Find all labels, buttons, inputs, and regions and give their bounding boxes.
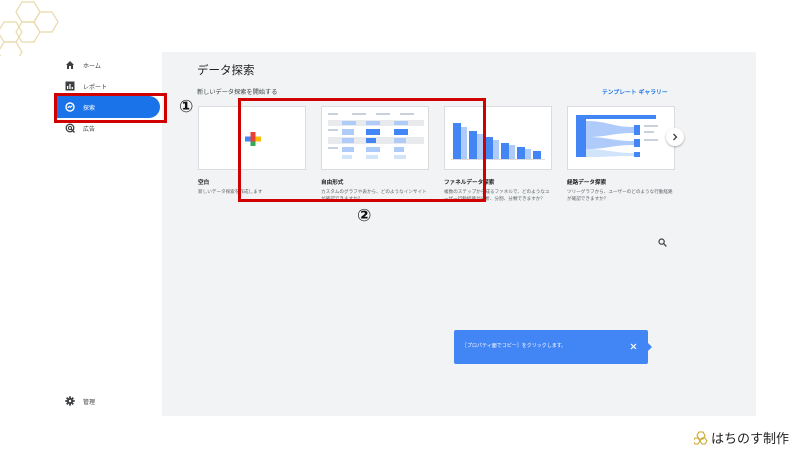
brand: はちのす制作 [694,428,789,447]
sidebar-item-label: 管理 [83,398,96,406]
honeycomb-logo-icon [694,431,708,444]
card-title: 経路データ探索 [567,180,607,186]
card-path-exploration[interactable]: 経路データ探索 ツリーグラフから、ユーザーのどのような行動経路が確認できますか？ [567,106,675,203]
path-tree-icon [576,115,658,157]
brand-name: はちのす制作 [711,432,790,447]
toast-pointer [648,343,652,351]
annotation-number-1: ① [179,97,194,117]
sidebar-item-admin[interactable]: 管理 [56,390,156,412]
section-label: 新しいデータ探索を開始する [197,89,278,96]
search-icon [657,237,667,247]
reports-icon [64,80,76,92]
card-description: ツリーグラフから、ユーザーのどのような行動経路が確認できますか？ [567,190,673,202]
honeycomb-decoration [0,1,59,56]
annotation-box-templates [238,98,486,202]
close-icon[interactable] [628,341,638,351]
sidebar-item-label: ホーム [83,62,101,70]
sidebar-item-home[interactable]: ホーム [56,54,156,76]
template-gallery-link[interactable]: テンプレート ギャラリー [602,87,668,96]
advertising-icon [64,122,76,134]
card-thumbnail[interactable] [567,106,675,170]
home-icon [64,59,76,71]
page-title: データ探索 [197,63,255,77]
hint-toast: ［プロパティ面でコピー］をクリックします。 [454,330,652,364]
toast-text: ［プロパティ面でコピー］をクリックします。 [462,343,567,349]
annotation-number-2: ② [357,206,372,226]
gear-icon [64,395,76,407]
sidebar-item-label: レポート [83,83,108,91]
chevron-right-icon [673,133,678,141]
next-button[interactable] [666,128,684,146]
annotation-box-explore [54,93,167,123]
search-button[interactable] [656,236,668,248]
sidebar-item-label: 広告 [83,125,96,133]
